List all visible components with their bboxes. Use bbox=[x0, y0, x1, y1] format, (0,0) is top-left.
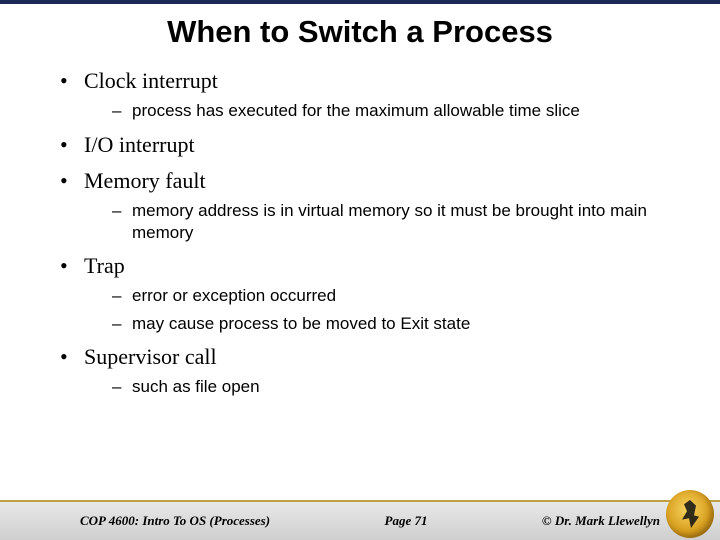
bullet-text: Clock interrupt bbox=[84, 68, 218, 93]
slide-content: Clock interrupt process has executed for… bbox=[0, 68, 720, 397]
bullet-text: I/O interrupt bbox=[84, 132, 195, 157]
sub-list: error or exception occurred may cause pr… bbox=[112, 285, 680, 334]
bullet-text: Supervisor call bbox=[84, 344, 217, 369]
bullet-text: Memory fault bbox=[84, 168, 206, 193]
ucf-logo-icon bbox=[666, 490, 714, 538]
slide: When to Switch a Process Clock interrupt… bbox=[0, 0, 720, 540]
sub-item: process has executed for the maximum all… bbox=[112, 100, 680, 121]
sub-item: memory address is in virtual memory so i… bbox=[112, 200, 680, 243]
bullet-list: Clock interrupt process has executed for… bbox=[60, 68, 680, 397]
bullet-item: Clock interrupt process has executed for… bbox=[60, 68, 680, 122]
bullet-text: Trap bbox=[84, 253, 125, 278]
footer: COP 4600: Intro To OS (Processes) Page 7… bbox=[0, 500, 720, 540]
bullet-item: Supervisor call such as file open bbox=[60, 344, 680, 398]
bullet-item: Trap error or exception occurred may cau… bbox=[60, 253, 680, 334]
sub-item: may cause process to be moved to Exit st… bbox=[112, 313, 680, 334]
sub-list: such as file open bbox=[112, 376, 680, 397]
slide-title: When to Switch a Process bbox=[0, 4, 720, 58]
footer-copyright: © Dr. Mark Llewellyn bbox=[542, 513, 660, 529]
sub-list: memory address is in virtual memory so i… bbox=[112, 200, 680, 243]
sub-list: process has executed for the maximum all… bbox=[112, 100, 680, 121]
footer-page: Page 71 bbox=[385, 513, 428, 529]
bullet-item: Memory fault memory address is in virtua… bbox=[60, 168, 680, 243]
bullet-item: I/O interrupt bbox=[60, 132, 680, 158]
footer-course: COP 4600: Intro To OS (Processes) bbox=[80, 513, 270, 529]
sub-item: such as file open bbox=[112, 376, 680, 397]
sub-item: error or exception occurred bbox=[112, 285, 680, 306]
